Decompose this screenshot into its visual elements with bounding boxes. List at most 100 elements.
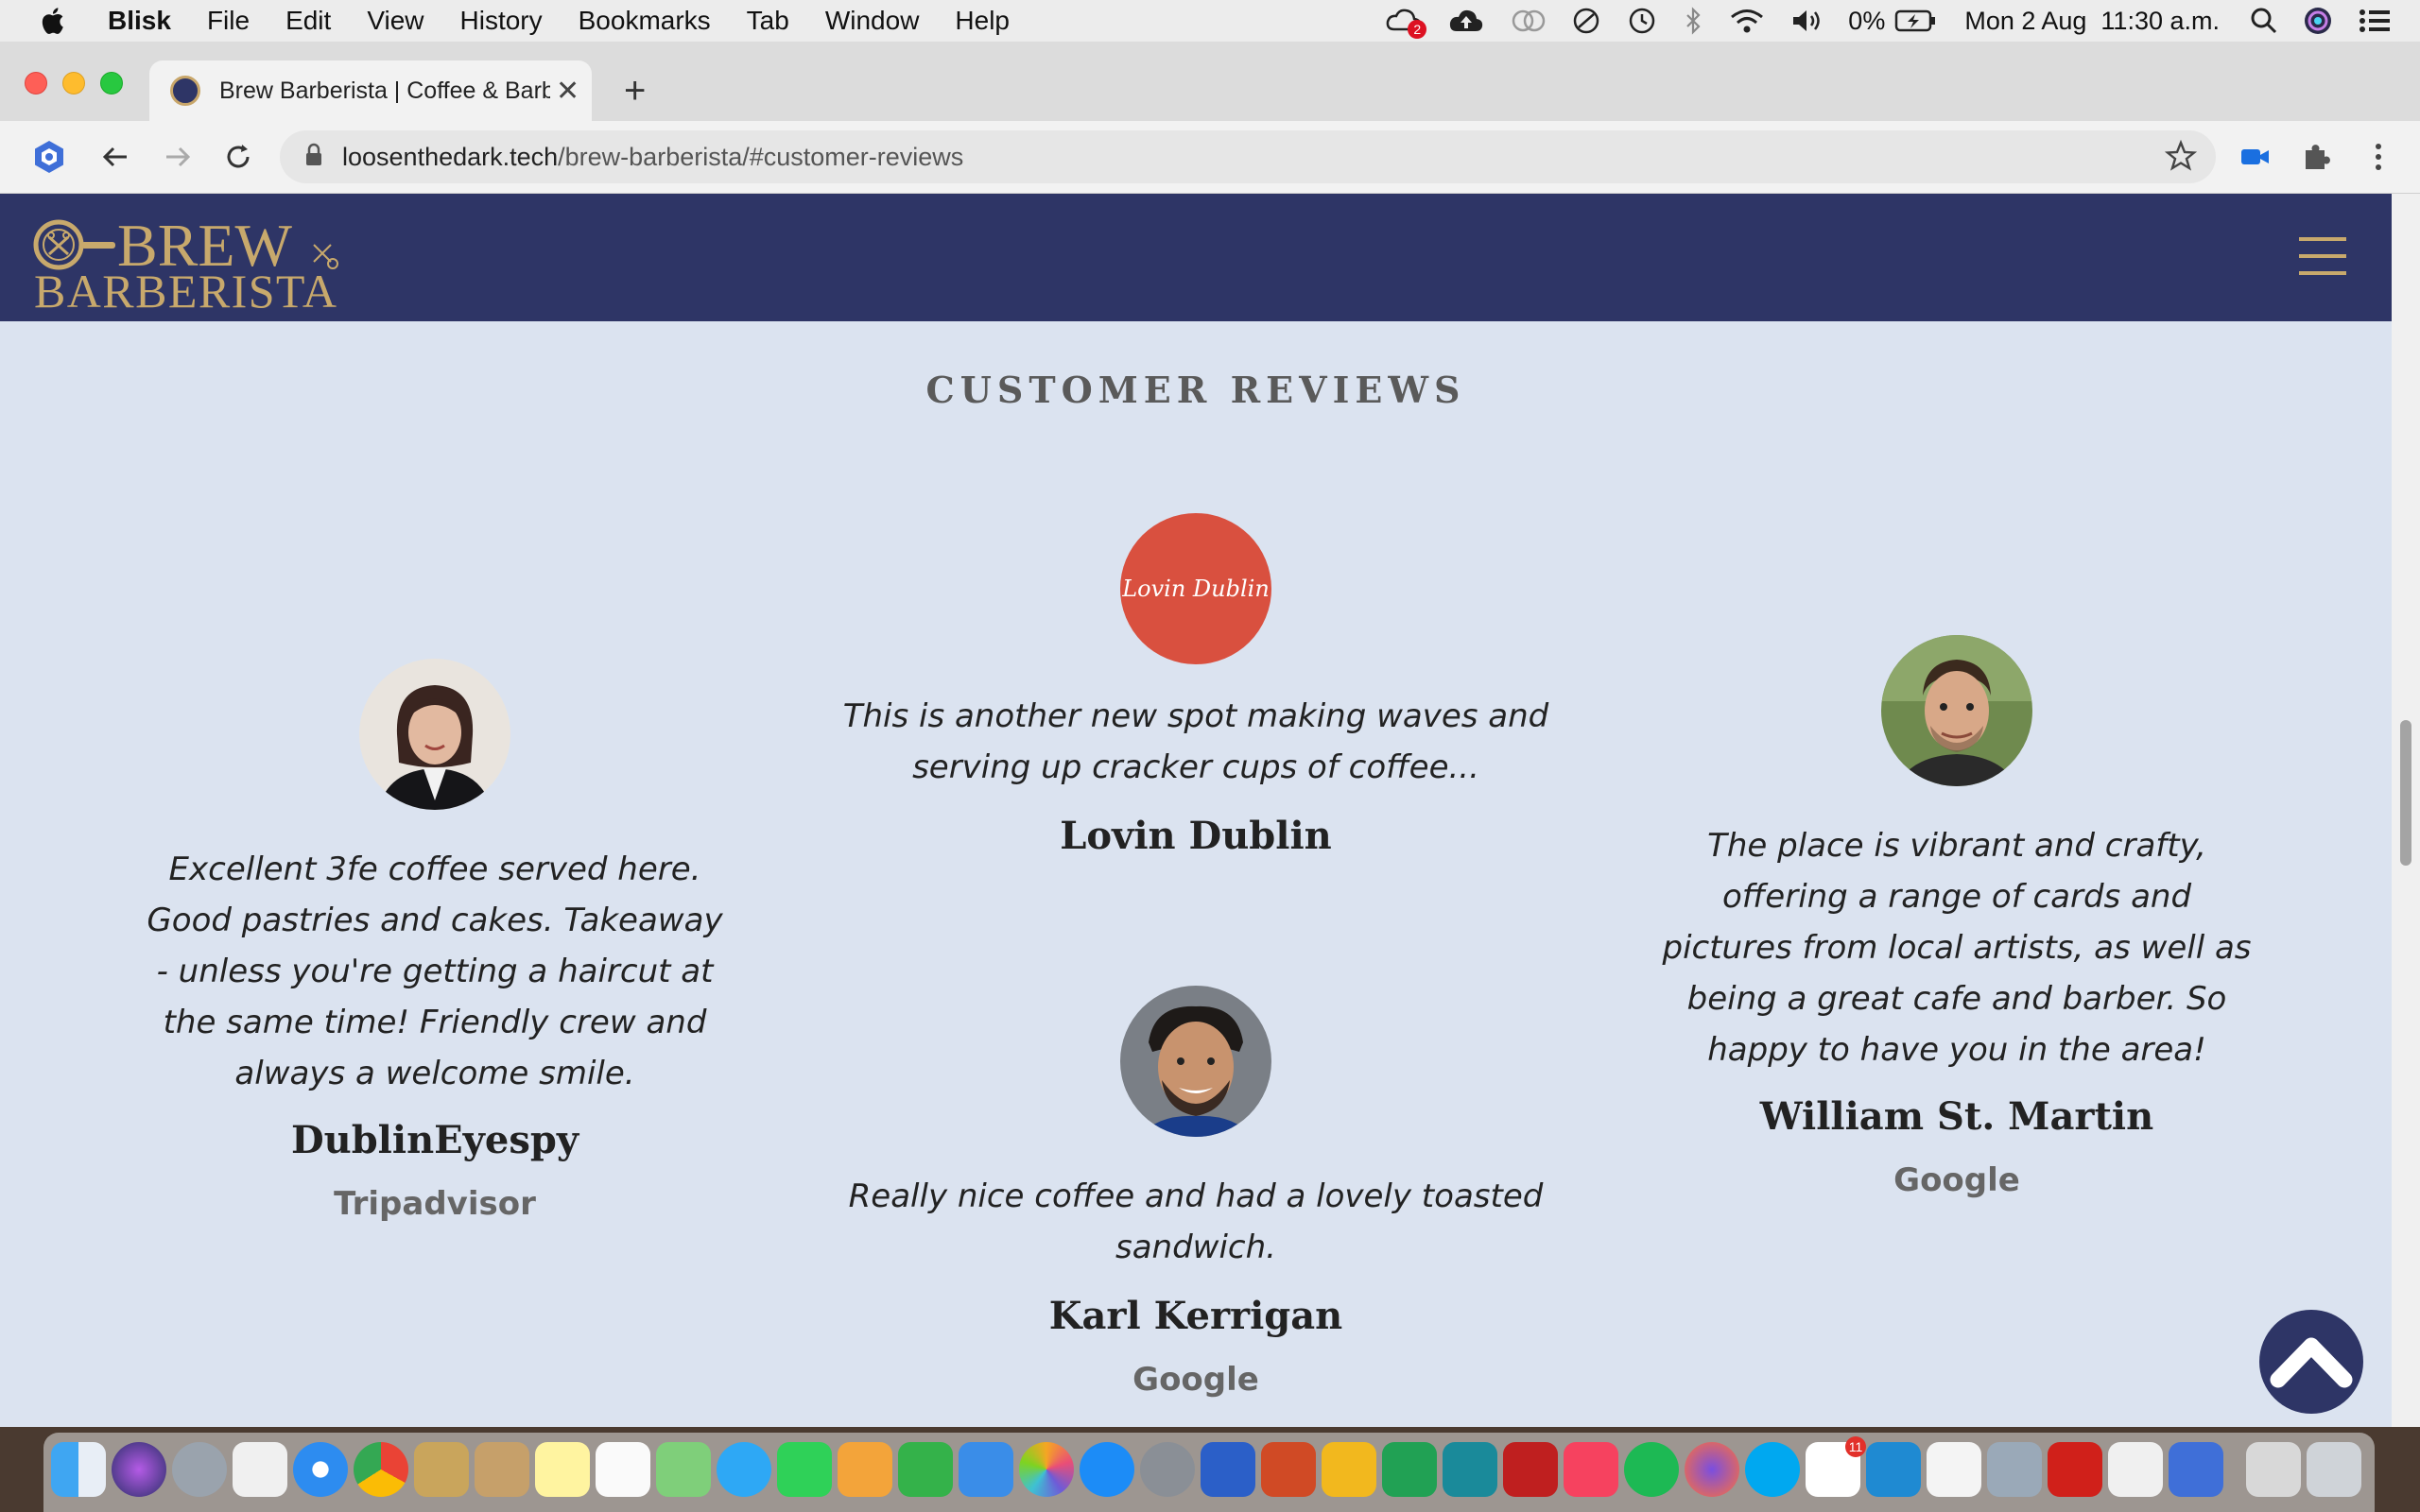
- reviewer-name: William St. Martin: [1759, 1094, 2154, 1139]
- skype-icon[interactable]: [1745, 1442, 1800, 1497]
- review-quote: The place is vibrant and crafty, offerin…: [1635, 820, 2278, 1075]
- spotlight-search-icon[interactable]: [2250, 7, 2278, 35]
- excel-icon[interactable]: [1382, 1442, 1437, 1497]
- trash-icon[interactable]: [2307, 1442, 2361, 1497]
- macos-menubar: Blisk File Edit View History Bookmarks T…: [0, 0, 2420, 42]
- back-to-top-button[interactable]: [2259, 1310, 2363, 1414]
- volume-icon[interactable]: [1789, 7, 1824, 35]
- review-quote: Really nice coffee and had a lovely toas…: [832, 1171, 1560, 1273]
- spotify-icon[interactable]: [1624, 1442, 1679, 1497]
- blisk-dock-icon[interactable]: [2169, 1442, 2223, 1497]
- word-icon[interactable]: [1201, 1442, 1255, 1497]
- slack-icon[interactable]: 11: [1806, 1436, 1866, 1497]
- page-scrollbar-thumb[interactable]: [2400, 720, 2411, 866]
- hamburger-menu-icon[interactable]: [2299, 237, 2346, 277]
- apple-menu-icon[interactable]: [38, 5, 70, 37]
- notes-icon[interactable]: [535, 1442, 590, 1497]
- wifi-icon[interactable]: [1729, 7, 1765, 35]
- do-not-disturb-icon[interactable]: [1572, 7, 1600, 35]
- readkit-icon[interactable]: [2108, 1442, 2163, 1497]
- filezilla-icon[interactable]: [1503, 1442, 1558, 1497]
- downloads-stack-icon[interactable]: [2246, 1442, 2301, 1497]
- powerpoint-icon[interactable]: [1261, 1442, 1316, 1497]
- hamburger-bar: [2299, 254, 2346, 258]
- creative-cloud-icon[interactable]: 2: [1385, 7, 1427, 39]
- back-button[interactable]: [96, 138, 134, 176]
- reload-button[interactable]: [219, 138, 257, 176]
- reviewer-name: DublinEyespy: [290, 1118, 579, 1162]
- vscode-icon[interactable]: [1866, 1442, 1921, 1497]
- safari-icon[interactable]: [293, 1442, 348, 1497]
- address-bar[interactable]: loosenthedark.tech/brew-barberista/#cust…: [280, 130, 2216, 183]
- chrome-icon[interactable]: [354, 1442, 408, 1497]
- launchpad-icon[interactable]: [172, 1442, 227, 1497]
- window-minimize-button[interactable]: [62, 72, 85, 94]
- image-capture-icon[interactable]: [1987, 1442, 2042, 1497]
- quote-line: sandwich.: [1115, 1228, 1276, 1266]
- pages-icon[interactable]: [838, 1442, 892, 1497]
- c-app-icon[interactable]: [1443, 1442, 1497, 1497]
- menu-tab[interactable]: Tab: [747, 0, 789, 42]
- review-card: The place is vibrant and crafty, offerin…: [1635, 635, 2278, 1199]
- menu-edit[interactable]: Edit: [285, 0, 331, 42]
- firefox-icon[interactable]: [1685, 1442, 1739, 1497]
- chevron-up-icon: [2270, 1337, 2353, 1388]
- menu-view[interactable]: View: [367, 0, 424, 42]
- quote-line: the same time! Friendly crew and: [163, 1004, 707, 1041]
- maps-icon[interactable]: [656, 1442, 711, 1497]
- bluetooth-icon[interactable]: [1682, 7, 1704, 35]
- textedit-icon[interactable]: [1927, 1442, 1981, 1497]
- browser-menu-icon[interactable]: [2360, 138, 2397, 176]
- quote-line: being a great cafe and barber. So: [1686, 980, 2227, 1018]
- contacts-icon[interactable]: [475, 1442, 529, 1497]
- outlook-icon[interactable]: [1322, 1442, 1376, 1497]
- menu-help[interactable]: Help: [955, 0, 1010, 42]
- reminders-icon[interactable]: [596, 1442, 650, 1497]
- hamburger-bar: [2299, 237, 2346, 241]
- window-zoom-button[interactable]: [100, 72, 123, 94]
- blisk-logo-icon[interactable]: [30, 138, 68, 176]
- system-preferences-icon[interactable]: [1140, 1442, 1195, 1497]
- bookmark-star-icon[interactable]: [2164, 139, 2198, 177]
- numbers-icon[interactable]: [898, 1442, 953, 1497]
- menu-window[interactable]: Window: [825, 0, 920, 42]
- extensions-puzzle-icon[interactable]: [2297, 138, 2335, 176]
- menu-history[interactable]: History: [460, 0, 543, 42]
- acrobat-icon[interactable]: [2048, 1442, 2102, 1497]
- quote-line: Good pastries and cakes. Takeaway: [147, 902, 723, 939]
- new-tab-button[interactable]: +: [624, 72, 646, 110]
- app-grid-icon[interactable]: [233, 1442, 287, 1497]
- facetime-icon[interactable]: [777, 1442, 832, 1497]
- keynote-icon[interactable]: [959, 1442, 1013, 1497]
- window-close-button[interactable]: [25, 72, 47, 94]
- brew-barberista-logo[interactable]: BREW BARBERISTA: [30, 207, 342, 311]
- review-quote: This is another new spot making waves an…: [832, 691, 1560, 793]
- battery-percent[interactable]: 0%: [1848, 7, 1885, 36]
- app-store-icon[interactable]: [1080, 1442, 1134, 1497]
- quote-line: The place is vibrant and crafty,: [1707, 827, 2206, 865]
- clock[interactable]: Mon 2 Aug 11:30 a.m.: [1964, 7, 2220, 36]
- hamburger-bar: [2299, 271, 2346, 275]
- quote-line: offering a range of cards and: [1721, 878, 2192, 916]
- messages-icon[interactable]: [717, 1442, 771, 1497]
- siri-app-icon[interactable]: [112, 1442, 166, 1497]
- photos-icon[interactable]: [1019, 1442, 1074, 1497]
- lock-icon[interactable]: [304, 143, 323, 172]
- menu-app-name[interactable]: Blisk: [108, 0, 171, 42]
- browser-tab-active[interactable]: Brew Barberista | Coffee & Barber ✕: [149, 60, 592, 121]
- menu-file[interactable]: File: [207, 0, 250, 42]
- cloud-upload-icon[interactable]: [1447, 7, 1485, 35]
- music-icon[interactable]: [1564, 1442, 1618, 1497]
- video-camera-icon[interactable]: [2237, 138, 2274, 176]
- finder-icon[interactable]: [51, 1442, 106, 1497]
- control-center-icon[interactable]: [2358, 7, 2392, 35]
- cloud-sync-icon[interactable]: [1510, 7, 1547, 35]
- siri-icon[interactable]: [2303, 6, 2333, 36]
- review-card: Excellent 3fe coffee served here. Good p…: [132, 659, 737, 1223]
- menu-bookmarks[interactable]: Bookmarks: [579, 0, 711, 42]
- battery-icon[interactable]: [1894, 9, 1936, 33]
- forward-button[interactable]: [159, 138, 197, 176]
- tab-close-icon[interactable]: ✕: [556, 75, 579, 108]
- time-machine-icon[interactable]: [1625, 7, 1657, 35]
- preview-icon[interactable]: [414, 1442, 469, 1497]
